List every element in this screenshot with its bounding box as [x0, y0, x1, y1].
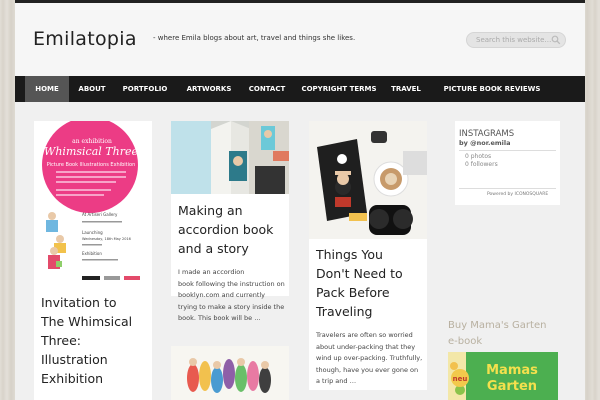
search-input[interactable]: Search this website…	[466, 32, 566, 48]
nav-contact[interactable]: CONTACT	[243, 76, 291, 102]
colorful-figures-image[interactable]	[171, 346, 289, 400]
poster-title: Whimsical Three	[44, 145, 138, 158]
main-nav: HOME ABOUT PORTFOLIO ARTWORKS CONTACT CO…	[15, 76, 585, 102]
svg-text:Launching: Launching	[82, 230, 103, 235]
main-content: an exhibition Whimsical Three Picture Bo…	[15, 102, 585, 400]
search-placeholder: Search this website…	[476, 36, 552, 44]
post-excerpt: I made an accordion book following the i…	[178, 268, 285, 322]
divider	[459, 150, 556, 151]
post-card: Things You Don't Need to Pack Before Tra…	[309, 121, 427, 390]
nav-copyright-terms[interactable]: COPYRIGHT TERMS	[298, 76, 380, 102]
instagram-photo-count: 0 photos	[465, 153, 492, 160]
nav-artworks[interactable]: ARTWORKS	[181, 76, 237, 102]
post-card: Making an accordion book and a story I m…	[171, 121, 289, 322]
nav-home[interactable]: HOME	[25, 76, 69, 102]
post-excerpt: Travelers are often so worried about und…	[316, 331, 423, 385]
nav-travel[interactable]: TRAVEL	[387, 76, 425, 102]
post-card: an exhibition Whimsical Three Picture Bo…	[34, 121, 152, 400]
poster-venue: At Artiseri Gallery	[82, 212, 118, 217]
post-title[interactable]: Things You Don't Need to Pack Before Tra…	[316, 245, 426, 321]
instagram-follower-count: 0 followers	[465, 161, 498, 168]
poster-date: Wednesday, 18th May 2016	[82, 237, 131, 241]
cover-title-line1: Mamas	[486, 363, 538, 378]
accordion-book-image[interactable]	[171, 121, 289, 194]
neu-badge: neu	[453, 375, 468, 383]
buy-ebook-title[interactable]: Buy Mama's Garten e-book	[448, 318, 546, 350]
whimsical-three-poster-image[interactable]: an exhibition Whimsical Three Picture Bo…	[34, 121, 152, 286]
instagram-username[interactable]: by @nor.emila	[459, 139, 511, 147]
nav-picture-book-reviews[interactable]: PICTURE BOOK REVIEWS	[435, 76, 549, 102]
search-icon[interactable]	[551, 35, 561, 45]
svg-text:an exhibition: an exhibition	[72, 138, 112, 145]
ebook-cover-image[interactable]: Mamas Garten neu	[448, 352, 558, 400]
cover-title-line2: Garten	[487, 379, 537, 394]
post-title[interactable]: Invitation to The Whimsical Three: Illus…	[41, 293, 149, 388]
instagram-powered-by[interactable]: Powered by ICONOSQUARE	[487, 192, 548, 197]
nav-portfolio[interactable]: PORTFOLIO	[117, 76, 173, 102]
post-card	[171, 346, 289, 400]
nav-about[interactable]: ABOUT	[71, 76, 113, 102]
divider	[459, 188, 556, 189]
poster-subtitle: Picture Book Illustrations Exhibition	[47, 162, 136, 168]
instagram-widget-title: INSTAGRAMS	[459, 129, 515, 139]
post-title[interactable]: Making an accordion book and a story	[178, 201, 288, 258]
site-title[interactable]: Emilatopia	[33, 28, 137, 50]
site-tagline: - where Emila blogs about art, travel an…	[153, 34, 356, 42]
travel-flatlay-image[interactable]	[309, 121, 427, 239]
site-header: Emilatopia - where Emila blogs about art…	[15, 3, 585, 76]
svg-text:Exhibition: Exhibition	[82, 251, 102, 256]
